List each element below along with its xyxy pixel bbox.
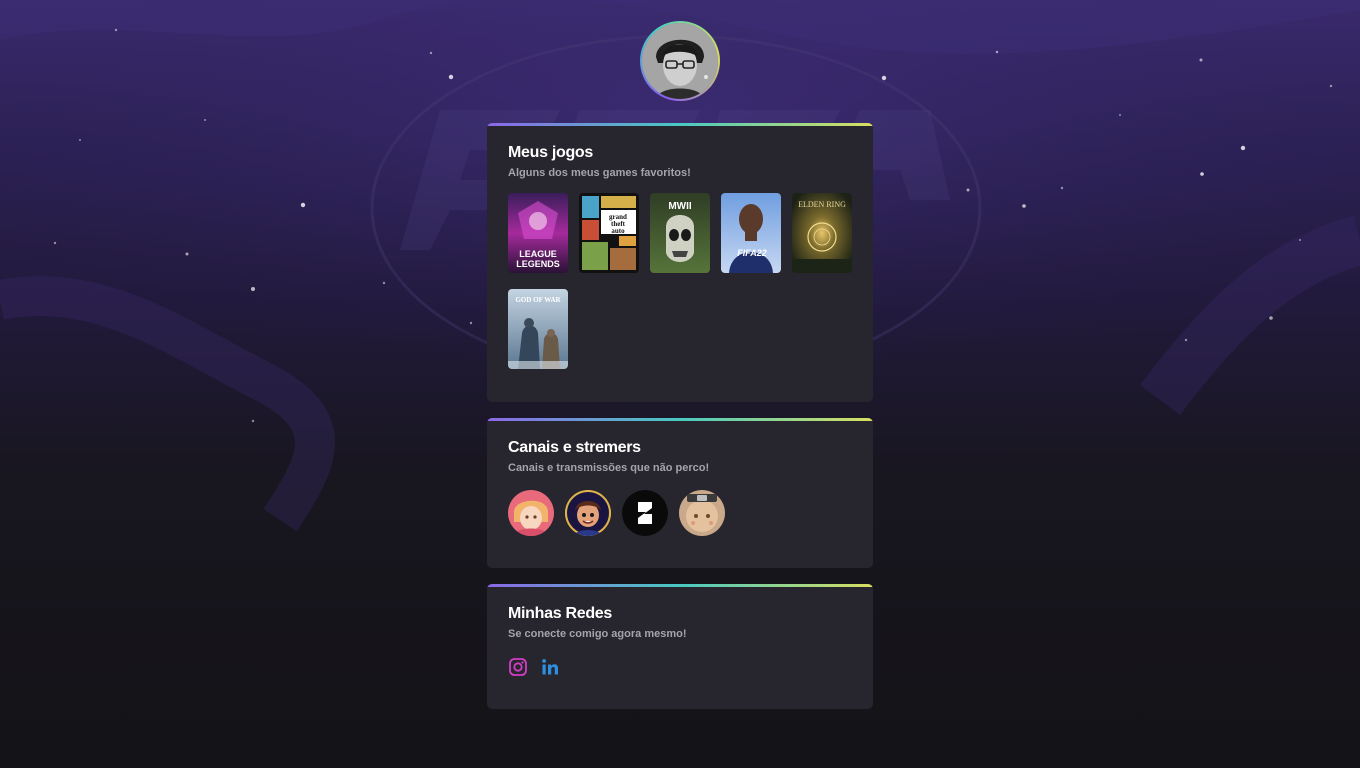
svg-text:GOD OF WAR: GOD OF WAR (515, 296, 561, 304)
streamer-avatar-4[interactable] (679, 490, 725, 536)
user-avatar-icon (642, 23, 718, 99)
svg-text:FIFA22: FIFA22 (737, 248, 767, 258)
linkedin-icon[interactable] (540, 657, 560, 677)
streamer-avatar-1[interactable] (508, 490, 554, 536)
socials-subtitle: Se conecte comigo agora mesmo! (508, 628, 687, 640)
games-grid: LEAGUE LEGENDS grand theft auto MWII FIF… (508, 193, 852, 369)
svg-text:LEAGUE: LEAGUE (519, 249, 557, 259)
profile-avatar (642, 23, 718, 99)
socials-title: Minhas Redes (508, 605, 612, 622)
svg-text:auto: auto (611, 227, 625, 235)
games-title: Meus jogos (508, 144, 594, 161)
streamers-card: Canais e stremers Canais e transmissões … (487, 418, 873, 568)
games-card: Meus jogos Alguns dos meus games favorit… (487, 123, 873, 402)
game-cover-elden-ring[interactable]: ELDEN RING (792, 193, 852, 273)
svg-text:MWII: MWII (668, 201, 692, 212)
svg-text:LEGENDS: LEGENDS (516, 259, 560, 269)
game-cover-modern-warfare-2[interactable]: MWII (650, 193, 710, 273)
game-cover-league-of-legends[interactable]: LEAGUE LEGENDS (508, 193, 568, 273)
instagram-icon[interactable] (508, 657, 528, 677)
profile-avatar-ring (640, 21, 720, 101)
socials-list (508, 657, 852, 677)
games-subtitle: Alguns dos meus games favoritos! (508, 167, 691, 179)
game-cover-god-of-war[interactable]: GOD OF WAR (508, 289, 568, 369)
svg-text:ELDEN RING: ELDEN RING (798, 200, 846, 209)
game-cover-fifa-22[interactable]: FIFA22 (721, 193, 781, 273)
streamers-list (508, 490, 852, 536)
streamer-avatar-3[interactable] (622, 490, 668, 536)
streamer-avatar-2[interactable] (565, 490, 611, 536)
streamers-subtitle: Canais e transmissões que não perco! (508, 462, 710, 474)
game-cover-gta-v[interactable]: grand theft auto (579, 193, 639, 273)
streamers-title: Canais e stremers (508, 439, 641, 456)
socials-card: Minhas Redes Se conecte comigo agora mes… (487, 584, 873, 709)
